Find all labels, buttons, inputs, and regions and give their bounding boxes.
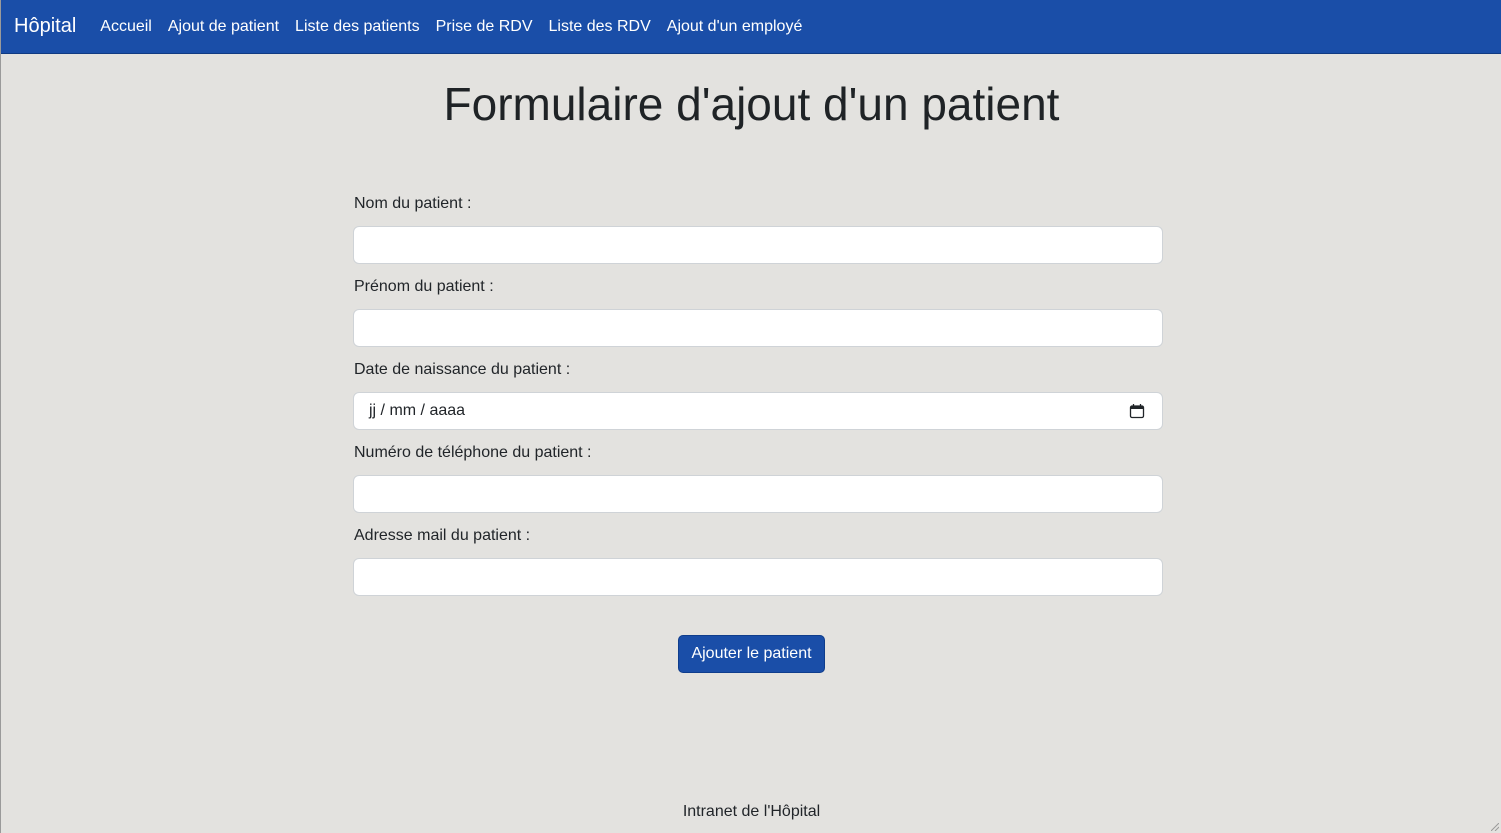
submit-wrapper: Ajouter le patient	[1, 635, 1501, 673]
brand-link[interactable]: Hôpital	[14, 15, 76, 38]
telephone-input[interactable]	[353, 475, 1163, 513]
date-naissance-field-group: Date de naissance du patient : jj / mm /…	[353, 359, 1163, 430]
nav-links: Accueil Ajout de patient Liste des patie…	[100, 18, 818, 36]
telephone-label: Numéro de téléphone du patient :	[354, 444, 592, 461]
prenom-field-group: Prénom du patient :	[353, 276, 1163, 347]
email-input[interactable]	[353, 558, 1163, 596]
page-title: Formulaire d'ajout d'un patient	[443, 78, 1060, 130]
nom-input[interactable]	[353, 226, 1163, 264]
prenom-label: Prénom du patient :	[354, 278, 494, 295]
date-placeholder: jj / mm / aaaa	[369, 402, 466, 419]
nav-link-liste-patients[interactable]: Liste des patients	[295, 18, 420, 36]
email-field-group: Adresse mail du patient :	[353, 525, 1163, 596]
nav-link-accueil[interactable]: Accueil	[100, 18, 152, 36]
add-patient-button[interactable]: Ajouter le patient	[678, 635, 825, 673]
add-patient-form: Nom du patient : Prénom du patient : Dat…	[353, 193, 1163, 608]
nom-field-group: Nom du patient :	[353, 193, 1163, 264]
email-label: Adresse mail du patient :	[354, 527, 531, 544]
nom-label: Nom du patient :	[354, 195, 472, 212]
nav-link-ajout-patient[interactable]: Ajout de patient	[168, 18, 279, 36]
nav-link-ajout-employe[interactable]: Ajout d'un employé	[667, 18, 803, 36]
top-navbar: Hôpital Accueil Ajout de patient Liste d…	[1, 0, 1501, 54]
resize-grip-icon[interactable]	[1491, 823, 1499, 831]
nav-link-liste-rdv[interactable]: Liste des RDV	[549, 18, 651, 36]
footer-text: Intranet de l'Hôpital	[682, 803, 821, 820]
calendar-icon[interactable]	[1129, 403, 1145, 419]
nav-link-prise-rdv[interactable]: Prise de RDV	[436, 18, 533, 36]
telephone-field-group: Numéro de téléphone du patient :	[353, 442, 1163, 513]
prenom-input[interactable]	[353, 309, 1163, 347]
date-naissance-label: Date de naissance du patient :	[354, 361, 571, 378]
date-naissance-input[interactable]: jj / mm / aaaa	[353, 392, 1163, 430]
